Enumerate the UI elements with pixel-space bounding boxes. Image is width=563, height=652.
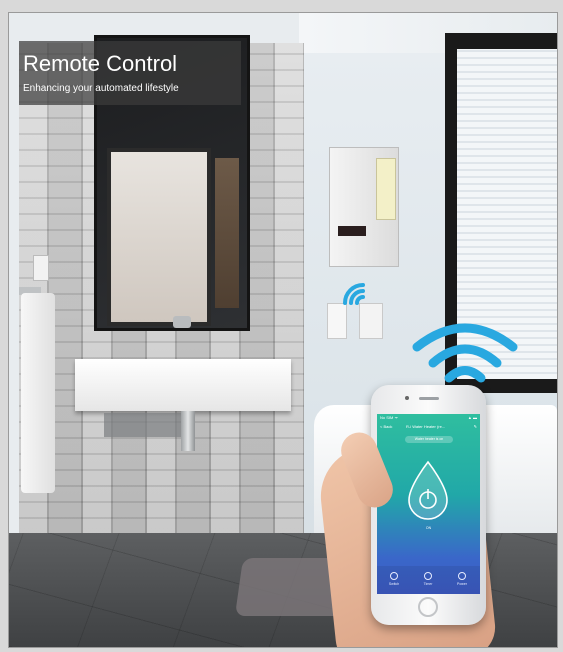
edit-icon[interactable]: ✎ — [474, 424, 477, 429]
power-state-label: ON — [425, 526, 432, 530]
power-icon — [458, 572, 466, 580]
device-status-pill: Water heater is on — [405, 436, 453, 443]
tab-timer-label: Timer — [423, 582, 433, 586]
wifi-signal-icon — [339, 279, 369, 309]
smartphone: No SIM ᯤ ▲ ▬ < Back R-i Water Heater (re… — [371, 385, 486, 625]
phone-camera — [405, 396, 409, 400]
wifi-waves-icon — [411, 315, 519, 385]
sink — [75, 359, 291, 411]
tab-switch-label: Switch — [388, 582, 400, 586]
app-tab-bar: Switch Timer Power — [377, 566, 480, 594]
towel — [21, 293, 55, 493]
status-indicators: ▲ ▬ — [467, 415, 477, 420]
tab-timer[interactable]: Timer — [411, 572, 445, 586]
app-title: R-i Water Heater (re... — [406, 424, 446, 429]
water-heater — [329, 147, 399, 267]
wall-outlet — [33, 255, 49, 281]
app-navbar: < Back R-i Water Heater (re... ✎ — [380, 424, 477, 434]
phone-speaker — [419, 397, 439, 400]
home-button[interactable] — [418, 597, 438, 617]
phone-screen: No SIM ᯤ ▲ ▬ < Back R-i Water Heater (re… — [377, 414, 480, 594]
timer-icon — [424, 572, 432, 580]
banner-subtitle: Enhancing your automated lifestyle — [23, 83, 179, 94]
tab-power-label: Power — [457, 582, 467, 586]
switch-icon — [390, 572, 398, 580]
water-heater-label — [376, 158, 396, 220]
faucet — [173, 316, 191, 328]
mirror-reflection-door — [215, 158, 239, 308]
bathroom-scene: No SIM ᯤ ▲ ▬ < Back R-i Water Heater (re… — [9, 13, 557, 647]
drain-pipe — [181, 411, 195, 451]
photo-frame: No SIM ᯤ ▲ ▬ < Back R-i Water Heater (re… — [8, 12, 558, 648]
tab-switch[interactable]: Switch — [377, 572, 411, 586]
mirror-reflection-doorway — [107, 148, 211, 326]
sink-plumbing — [104, 413, 184, 437]
water-heater-display — [338, 226, 366, 236]
power-drop-icon[interactable] — [405, 460, 451, 522]
status-bar: No SIM ᯤ ▲ ▬ — [380, 415, 477, 423]
tab-power[interactable]: Power — [445, 572, 479, 586]
banner-title: Remote Control — [23, 51, 178, 76]
back-button[interactable]: < Back — [380, 424, 392, 429]
status-carrier: No SIM ᯤ — [380, 415, 399, 420]
